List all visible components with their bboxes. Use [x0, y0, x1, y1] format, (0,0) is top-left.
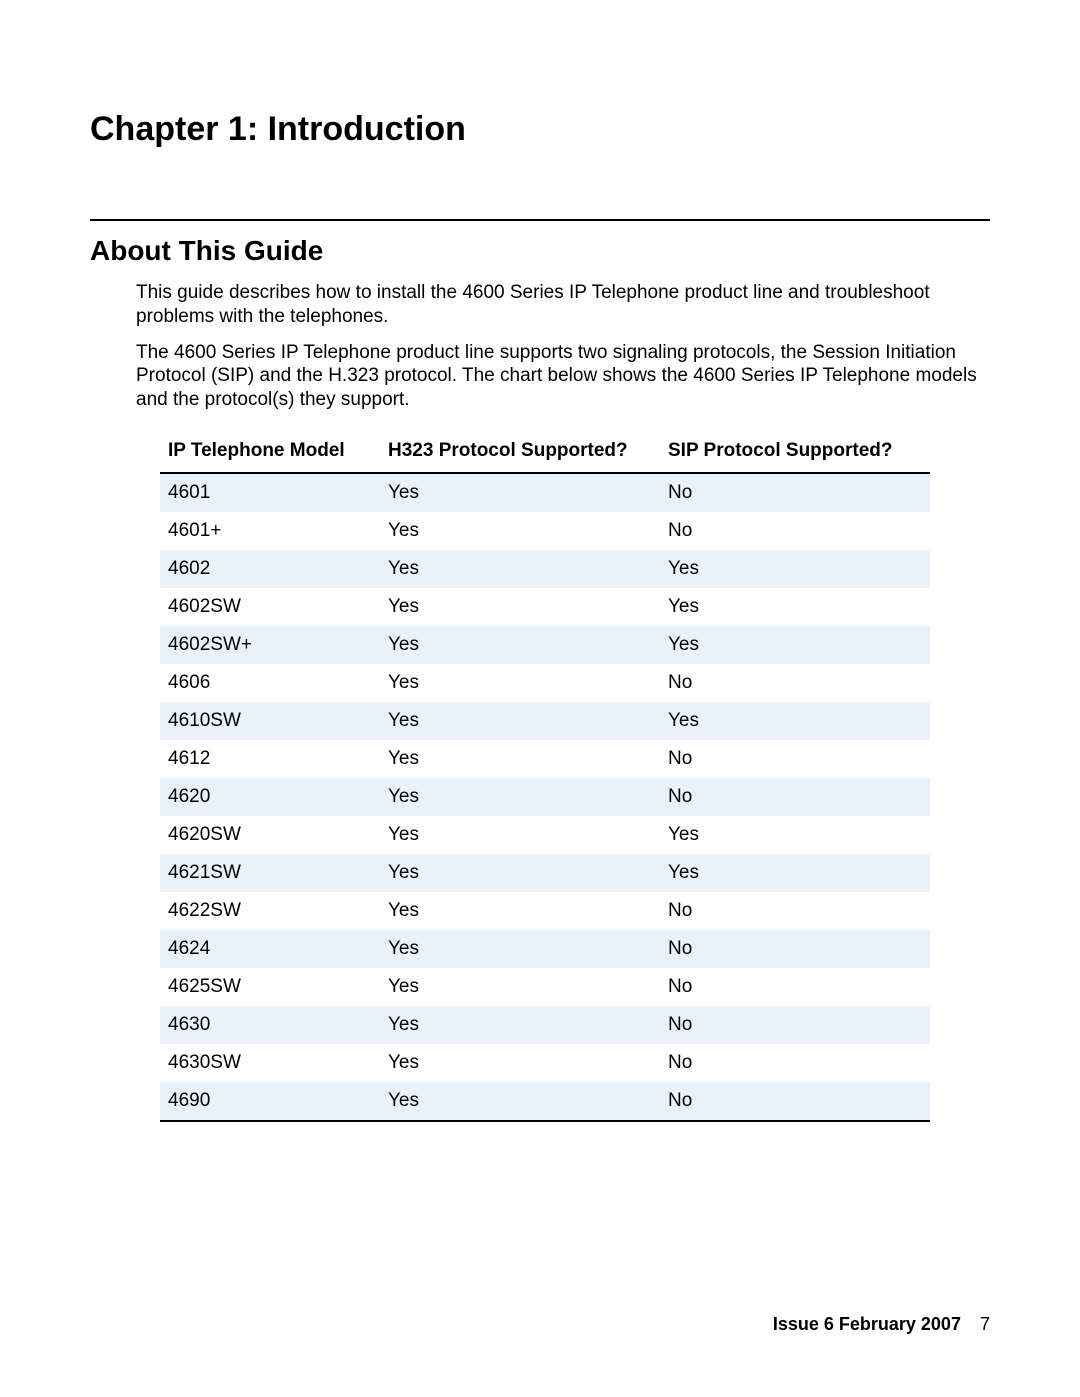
- cell-model: 4602SW: [160, 588, 380, 626]
- cell-model: 4601+: [160, 512, 380, 550]
- table-row: 4602SW+YesYes: [160, 626, 930, 664]
- cell-model: 4610SW: [160, 702, 380, 740]
- cell-h323: Yes: [380, 626, 660, 664]
- intro-paragraph-2: The 4600 Series IP Telephone product lin…: [136, 341, 990, 412]
- cell-sip: No: [660, 664, 930, 702]
- cell-model: 4621SW: [160, 854, 380, 892]
- cell-model: 4630: [160, 1006, 380, 1044]
- table-row: 4612YesNo: [160, 740, 930, 778]
- cell-model: 4612: [160, 740, 380, 778]
- table-row: 4622SWYesNo: [160, 892, 930, 930]
- cell-sip: No: [660, 740, 930, 778]
- cell-sip: No: [660, 473, 930, 512]
- cell-sip: Yes: [660, 550, 930, 588]
- cell-h323: Yes: [380, 1044, 660, 1082]
- cell-model: 4601: [160, 473, 380, 512]
- cell-h323: Yes: [380, 473, 660, 512]
- cell-h323: Yes: [380, 892, 660, 930]
- section-title: About This Guide: [90, 235, 990, 267]
- table-row: 4630YesNo: [160, 1006, 930, 1044]
- table-row: 4601+YesNo: [160, 512, 930, 550]
- cell-model: 4602SW+: [160, 626, 380, 664]
- cell-model: 4606: [160, 664, 380, 702]
- header-model: IP Telephone Model: [160, 430, 380, 473]
- cell-h323: Yes: [380, 968, 660, 1006]
- cell-h323: Yes: [380, 1082, 660, 1121]
- table-row: 4625SWYesNo: [160, 968, 930, 1006]
- cell-h323: Yes: [380, 930, 660, 968]
- footer-page-number: 7: [980, 1314, 990, 1334]
- cell-model: 4625SW: [160, 968, 380, 1006]
- cell-model: 4624: [160, 930, 380, 968]
- cell-sip: No: [660, 778, 930, 816]
- protocol-support-table: IP Telephone Model H323 Protocol Support…: [160, 430, 930, 1122]
- table-row: 4624YesNo: [160, 930, 930, 968]
- page: Chapter 1: Introduction About This Guide…: [0, 0, 1080, 1397]
- cell-h323: Yes: [380, 1006, 660, 1044]
- table-row: 4690YesNo: [160, 1082, 930, 1121]
- chapter-title: Chapter 1: Introduction: [90, 110, 990, 149]
- cell-sip: Yes: [660, 588, 930, 626]
- table-row: 4610SWYesYes: [160, 702, 930, 740]
- cell-model: 4622SW: [160, 892, 380, 930]
- cell-sip: No: [660, 1006, 930, 1044]
- header-h323: H323 Protocol Supported?: [380, 430, 660, 473]
- table-row: 4602SWYesYes: [160, 588, 930, 626]
- cell-sip: Yes: [660, 816, 930, 854]
- cell-model: 4630SW: [160, 1044, 380, 1082]
- cell-h323: Yes: [380, 816, 660, 854]
- section-divider: [90, 219, 990, 221]
- footer-issue: Issue 6 February 2007: [773, 1314, 961, 1334]
- cell-sip: No: [660, 1044, 930, 1082]
- table-row: 4601YesNo: [160, 473, 930, 512]
- table-row: 4620SWYesYes: [160, 816, 930, 854]
- cell-sip: No: [660, 892, 930, 930]
- table-row: 4602YesYes: [160, 550, 930, 588]
- table-row: 4606YesNo: [160, 664, 930, 702]
- table-row: 4621SWYesYes: [160, 854, 930, 892]
- table-header-row: IP Telephone Model H323 Protocol Support…: [160, 430, 930, 473]
- cell-h323: Yes: [380, 512, 660, 550]
- cell-h323: Yes: [380, 854, 660, 892]
- cell-h323: Yes: [380, 702, 660, 740]
- cell-model: 4690: [160, 1082, 380, 1121]
- cell-sip: Yes: [660, 854, 930, 892]
- cell-model: 4602: [160, 550, 380, 588]
- cell-sip: Yes: [660, 702, 930, 740]
- cell-sip: No: [660, 930, 930, 968]
- cell-sip: No: [660, 512, 930, 550]
- table-row: 4620YesNo: [160, 778, 930, 816]
- table-row: 4630SWYesNo: [160, 1044, 930, 1082]
- cell-sip: Yes: [660, 626, 930, 664]
- cell-h323: Yes: [380, 664, 660, 702]
- cell-sip: No: [660, 1082, 930, 1121]
- cell-h323: Yes: [380, 778, 660, 816]
- cell-h323: Yes: [380, 740, 660, 778]
- page-footer: Issue 6 February 2007 7: [773, 1314, 990, 1335]
- cell-h323: Yes: [380, 588, 660, 626]
- intro-paragraph-1: This guide describes how to install the …: [136, 281, 990, 329]
- cell-h323: Yes: [380, 550, 660, 588]
- cell-sip: No: [660, 968, 930, 1006]
- cell-model: 4620SW: [160, 816, 380, 854]
- header-sip: SIP Protocol Supported?: [660, 430, 930, 473]
- cell-model: 4620: [160, 778, 380, 816]
